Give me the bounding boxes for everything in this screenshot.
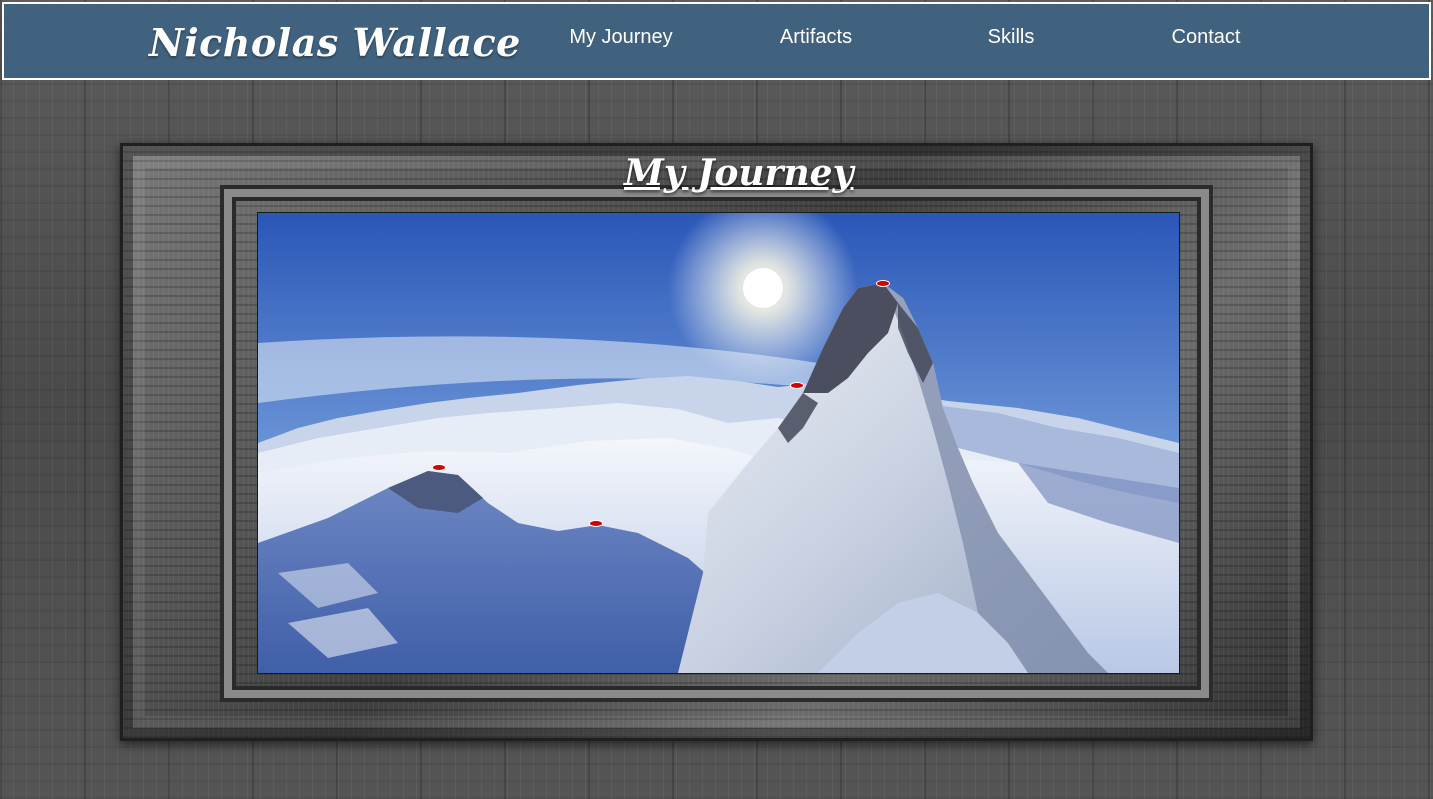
nav-link-my-journey[interactable]: My Journey [569, 26, 672, 49]
journey-mountain-image [257, 212, 1180, 674]
journey-waypoint-marker[interactable] [589, 520, 603, 527]
nav-link-skills[interactable]: Skills [988, 26, 1035, 49]
nav-link-contact[interactable]: Contact [1172, 26, 1241, 49]
top-navigation-bar: Nicholas Wallace My Journey Artifacts Sk… [2, 2, 1431, 80]
journey-waypoint-marker[interactable] [790, 382, 804, 389]
nav-link-artifacts[interactable]: Artifacts [780, 26, 852, 49]
journey-waypoint-marker[interactable] [432, 464, 446, 471]
site-brand-name[interactable]: Nicholas Wallace [149, 20, 521, 65]
mountain-illustration [258, 213, 1179, 673]
journey-waypoint-marker[interactable] [876, 280, 890, 287]
section-title: My Journey [624, 152, 854, 194]
